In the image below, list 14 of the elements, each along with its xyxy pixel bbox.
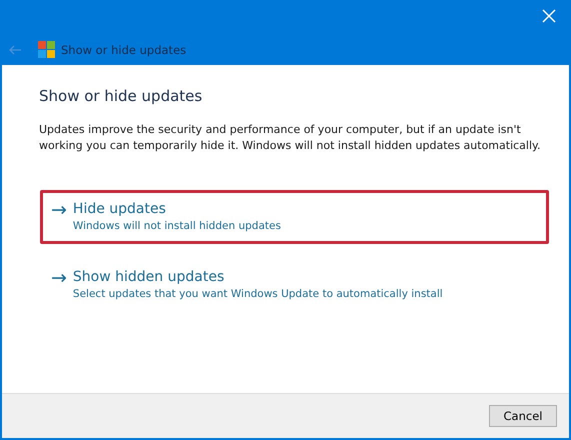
arrow-icon: →: [51, 200, 67, 220]
option-title: Hide updates: [72, 200, 167, 219]
close-icon[interactable]: [542, 9, 556, 23]
option-subtitle: Select updates that you want Windows Update to automatically install: [72, 287, 443, 302]
windows-logo-icon: [38, 41, 55, 58]
cancel-button[interactable]: Cancel: [489, 405, 557, 427]
window-title: Show or hide updates: [61, 42, 186, 56]
option-subtitle: Windows will not install hidden updates: [72, 219, 281, 234]
description-text: Updates improve the security and performance of your computer, but if an update isn't working you can temporarily hide it. Windows will not install hidden updates automatically.: [39, 122, 542, 154]
option-link[interactable]: → Show hidden updates Select updates that you want Windows Update to automatically install: [40, 258, 549, 312]
arrow-icon: →: [51, 268, 67, 288]
option-link[interactable]: → Hide updates Windows will not install hidden updates: [40, 190, 549, 244]
page-heading: Show or hide updates: [39, 87, 204, 105]
option-title: Show hidden updates: [72, 268, 226, 287]
